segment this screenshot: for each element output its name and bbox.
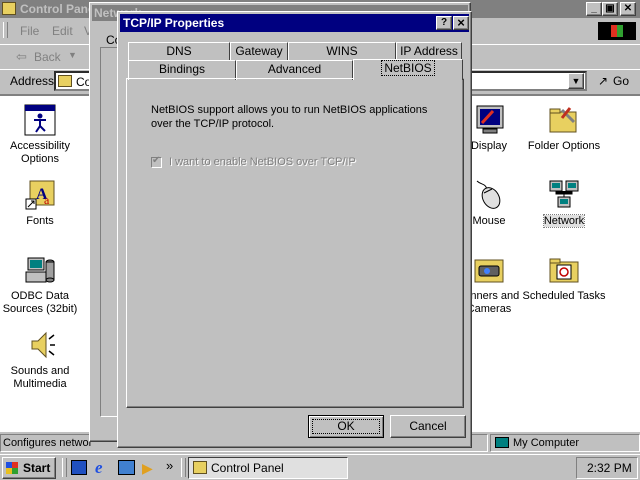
status-text: Configures networ bbox=[3, 437, 93, 449]
tasks-grip bbox=[181, 458, 186, 477]
fonts-icon: Aa bbox=[25, 180, 55, 210]
netbios-description: NetBIOS support allows you to run NetBIO… bbox=[151, 104, 428, 130]
tab-netbios[interactable]: NetBIOS bbox=[353, 59, 463, 80]
icon-label: Mouse bbox=[472, 215, 506, 227]
address-folder-icon bbox=[58, 75, 72, 87]
tab-label: Advanced bbox=[267, 62, 322, 76]
display-icon bbox=[476, 105, 504, 134]
dialog-title: TCP/IP Properties bbox=[123, 16, 225, 30]
cancel-button[interactable]: Cancel bbox=[390, 415, 466, 438]
status-zone-text: My Computer bbox=[513, 437, 580, 449]
tab-page: NetBIOS support allows you to run NetBIO… bbox=[126, 78, 464, 408]
netbios-checkbox[interactable]: ✔ bbox=[151, 155, 162, 168]
dialog-close-button[interactable]: × bbox=[453, 16, 469, 30]
sounds-multimedia-item[interactable]: Sounds and Multimedia bbox=[0, 329, 85, 391]
clock[interactable]: 2:32 PM bbox=[587, 461, 632, 475]
icon-label: Accessibility Options bbox=[10, 140, 70, 165]
scheduled-tasks-item[interactable]: Scheduled Tasks bbox=[519, 254, 609, 303]
focus-ring bbox=[312, 419, 380, 434]
icon-label: Scheduled Tasks bbox=[522, 290, 606, 302]
cancel-label: Cancel bbox=[409, 419, 447, 433]
icon-label: ODBC Data Sources (32bit) bbox=[2, 290, 78, 315]
odbc-icon bbox=[25, 257, 55, 283]
go-icon: ↗ bbox=[598, 74, 609, 88]
media-player-icon[interactable]: ▶ bbox=[142, 460, 153, 477]
icon-label: Fonts bbox=[26, 215, 54, 227]
taskbar: Start e ▶ » Control Panel 2:32 PM bbox=[0, 454, 640, 480]
control-panel-title: Control Panel bbox=[20, 2, 99, 16]
back-arrow-icon: ⇦ bbox=[16, 49, 27, 64]
windows-logo bbox=[598, 22, 636, 40]
folder-options-item[interactable]: Folder Options bbox=[519, 104, 609, 153]
address-dropdown-button[interactable]: ▼ bbox=[568, 73, 584, 89]
network-item[interactable]: Network bbox=[519, 179, 609, 228]
system-tray: 2:32 PM bbox=[576, 457, 638, 479]
status-right-panel: My Computer bbox=[490, 434, 640, 452]
dialog-titlebar[interactable]: TCP/IP Properties ? × bbox=[120, 14, 469, 32]
tab-ip-address[interactable]: IP Address bbox=[396, 42, 462, 60]
quicklaunch-chevron[interactable]: » bbox=[166, 458, 173, 473]
help-button[interactable]: ? bbox=[436, 16, 452, 30]
menu-grip bbox=[3, 22, 8, 38]
address-label: Address bbox=[10, 74, 55, 88]
start-button[interactable]: Start bbox=[2, 457, 56, 479]
go-button[interactable]: Go bbox=[613, 74, 629, 88]
minimize-button[interactable]: _ bbox=[586, 2, 602, 16]
odbc-data-sources-item[interactable]: ODBC Data Sources (32bit) bbox=[0, 254, 85, 316]
back-button[interactable]: Back bbox=[34, 50, 61, 64]
internet-explorer-icon[interactable]: e bbox=[95, 458, 103, 478]
tab-label: Gateway bbox=[235, 44, 283, 58]
tab-bindings[interactable]: Bindings bbox=[128, 60, 236, 80]
outlook-express-icon[interactable] bbox=[118, 460, 135, 475]
tab-gateway[interactable]: Gateway bbox=[230, 42, 288, 60]
quicklaunch-grip bbox=[62, 458, 67, 477]
close-button[interactable]: ✕ bbox=[620, 2, 636, 16]
checkmark-icon: ✔ bbox=[152, 155, 161, 166]
tab-dns-configuration[interactable]: DNS Configuration bbox=[128, 42, 230, 75]
show-desktop-icon[interactable] bbox=[71, 460, 87, 475]
tab-wins-configuration[interactable]: WINS Configuration bbox=[288, 42, 396, 75]
scanner-icon bbox=[474, 259, 504, 283]
svg-text:a: a bbox=[44, 193, 50, 207]
ok-button[interactable]: OK bbox=[308, 415, 384, 438]
tab-label: IP Address bbox=[400, 44, 458, 58]
accessibility-options-item[interactable]: Accessibility Options bbox=[0, 104, 85, 166]
start-label: Start bbox=[23, 461, 51, 475]
accessibility-icon bbox=[24, 104, 56, 136]
scheduled-tasks-icon bbox=[549, 258, 579, 283]
fonts-item[interactable]: Aa Fonts bbox=[0, 179, 85, 228]
netbios-checkbox-label: I want to enable NetBIOS over TCP/IP bbox=[169, 156, 356, 168]
mouse-icon bbox=[476, 180, 501, 209]
tab-label: Bindings bbox=[158, 62, 206, 76]
icon-label: Display bbox=[470, 140, 508, 152]
icon-label: Folder Options bbox=[527, 140, 601, 152]
folder-icon bbox=[2, 2, 16, 15]
windows-flag-icon bbox=[6, 462, 18, 474]
task-label: Control Panel bbox=[211, 461, 284, 475]
tab-advanced[interactable]: Advanced bbox=[236, 60, 353, 80]
menu-edit[interactable]: Edit bbox=[52, 24, 73, 38]
tab-label-active: NetBIOS bbox=[381, 60, 435, 76]
my-computer-icon bbox=[495, 437, 509, 448]
back-dropdown-icon: ▼ bbox=[68, 50, 77, 60]
speaker-icon bbox=[31, 331, 55, 359]
menu-file[interactable]: File bbox=[20, 24, 39, 38]
network-icon bbox=[549, 180, 579, 208]
task-control-panel[interactable]: Control Panel bbox=[188, 457, 348, 479]
folder-options-icon bbox=[549, 107, 577, 133]
icon-label: Sounds and Multimedia bbox=[10, 365, 70, 390]
flag-icon bbox=[611, 25, 623, 37]
tcpip-properties-dialog: TCP/IP Properties ? × DNS Configuration … bbox=[117, 11, 472, 448]
icon-label-network: Network bbox=[542, 214, 586, 228]
maximize-button[interactable]: ▣ bbox=[602, 2, 618, 16]
task-folder-icon bbox=[193, 461, 207, 474]
